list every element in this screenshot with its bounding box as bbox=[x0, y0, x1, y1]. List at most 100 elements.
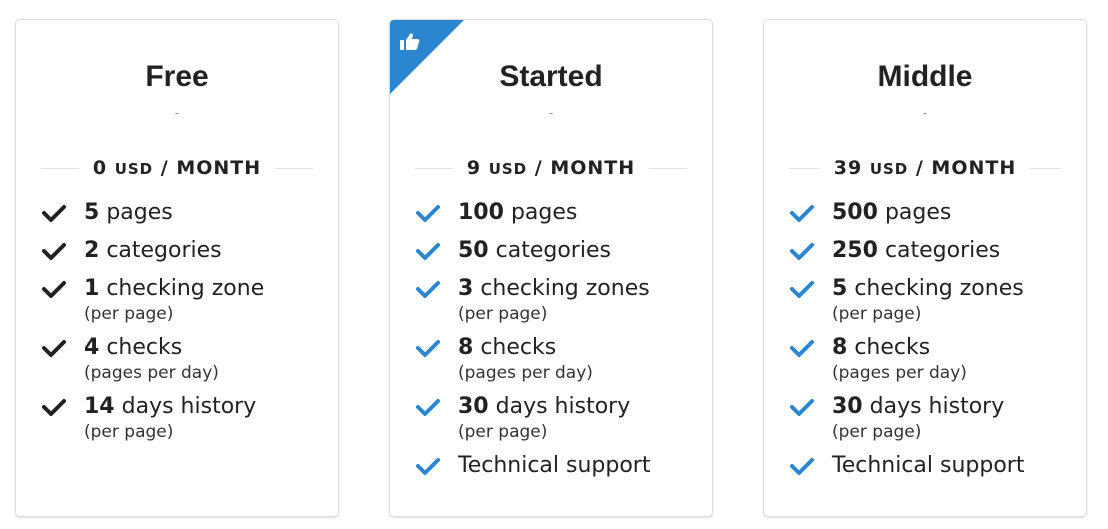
price-row: 0 USD / MONTH bbox=[41, 156, 313, 180]
plan-price: 0 USD / MONTH bbox=[79, 157, 275, 179]
feature-value: 2 bbox=[84, 238, 100, 263]
feature-value: 500 bbox=[832, 200, 878, 225]
feature-note: (pages per day) bbox=[84, 363, 219, 383]
feature-text: 100 pages bbox=[458, 198, 702, 228]
feature-list: 100 pages 50 categories 3 checking zones (p… bbox=[414, 198, 702, 489]
price-amount: 9 bbox=[466, 157, 482, 179]
check-icon bbox=[416, 242, 440, 260]
feature-label: checking zones bbox=[854, 276, 1024, 301]
feature-note: (per page) bbox=[458, 422, 548, 442]
feature-note: (per page) bbox=[458, 304, 548, 324]
feature-item: Technical support bbox=[414, 451, 702, 481]
feature-label: checking zones bbox=[480, 276, 650, 301]
divider bbox=[415, 167, 453, 169]
check-icon bbox=[790, 242, 814, 260]
feature-item: 500 pages bbox=[788, 198, 1076, 228]
thumbs-up-icon bbox=[400, 33, 420, 50]
feature-label: checks bbox=[480, 335, 557, 360]
feature-list: 500 pages 250 categories 5 checking zones(… bbox=[788, 198, 1076, 489]
feature-text: 8 checks bbox=[458, 333, 702, 363]
feature-item: 100 pages bbox=[414, 198, 702, 228]
feature-label: checking zone bbox=[106, 276, 265, 301]
price-currency: USD bbox=[488, 160, 528, 178]
feature-text: Technical support bbox=[832, 451, 1076, 481]
feature-text: 1 checking zone bbox=[84, 274, 328, 304]
feature-text: 250 categories bbox=[832, 236, 1076, 266]
feature-text: Technical support bbox=[458, 451, 702, 481]
feature-note: (pages per day) bbox=[832, 363, 967, 383]
feature-label: days history bbox=[495, 394, 631, 419]
feature-value: 1 bbox=[84, 276, 100, 301]
feature-note: (per page) bbox=[84, 422, 174, 442]
check-icon bbox=[790, 457, 814, 475]
plan-card-middle[interactable]: Middle - 39 USD / MONTH 500 pages 250 cat… bbox=[763, 19, 1087, 517]
check-icon bbox=[42, 242, 66, 260]
divider bbox=[41, 167, 79, 169]
plan-subtitle: - bbox=[548, 106, 554, 121]
feature-text: 50 categories bbox=[458, 236, 702, 266]
feature-text: 8 checks bbox=[832, 333, 1076, 363]
feature-item: 2 categories bbox=[40, 236, 328, 266]
check-icon bbox=[790, 280, 814, 298]
feature-value: 50 bbox=[458, 238, 489, 263]
feature-label: checks bbox=[106, 335, 183, 360]
feature-list: 5 pages 2 categories 1 checking zone (per p… bbox=[40, 198, 328, 451]
feature-value: 8 bbox=[832, 335, 848, 360]
feature-label: days history bbox=[121, 394, 257, 419]
check-icon bbox=[416, 280, 440, 298]
check-icon bbox=[790, 204, 814, 222]
feature-value: 8 bbox=[458, 335, 474, 360]
check-icon bbox=[790, 398, 814, 416]
feature-label: pages bbox=[510, 200, 578, 225]
feature-note: (pages per day) bbox=[458, 363, 593, 383]
feature-text: 2 categories bbox=[84, 236, 328, 266]
plan-subtitle: - bbox=[922, 106, 928, 121]
feature-value: 30 bbox=[832, 394, 863, 419]
feature-label: categories bbox=[495, 238, 611, 263]
feature-item: Technical support bbox=[788, 451, 1076, 481]
feature-text: 14 days history bbox=[84, 392, 328, 422]
check-icon bbox=[790, 339, 814, 357]
feature-note: (per page) bbox=[84, 304, 174, 324]
feature-label: days history bbox=[869, 394, 1005, 419]
price-currency: USD bbox=[114, 160, 154, 178]
feature-item: 8 checks (pages per day) bbox=[414, 333, 702, 384]
feature-item: 250 categories bbox=[788, 236, 1076, 266]
plan-title: Free bbox=[145, 60, 209, 93]
feature-label: categories bbox=[106, 238, 222, 263]
price-period: / MONTH bbox=[534, 157, 636, 179]
price-period: / MONTH bbox=[160, 157, 262, 179]
feature-value: 5 bbox=[84, 200, 100, 225]
check-icon bbox=[416, 457, 440, 475]
plan-subtitle: - bbox=[174, 106, 180, 121]
feature-text: 5 checking zones bbox=[832, 274, 1076, 304]
feature-label: Technical support bbox=[832, 453, 1025, 478]
feature-item: 14 days history (per page) bbox=[40, 392, 328, 443]
feature-item: 4 checks (pages per day) bbox=[40, 333, 328, 384]
price-currency: USD bbox=[869, 160, 909, 178]
price-row: 39 USD / MONTH bbox=[789, 156, 1061, 180]
feature-value: 14 bbox=[84, 394, 115, 419]
price-period: / MONTH bbox=[915, 157, 1017, 179]
feature-text: 3 checking zones bbox=[458, 274, 702, 304]
check-icon bbox=[42, 339, 66, 357]
check-icon bbox=[416, 398, 440, 416]
check-icon bbox=[42, 398, 66, 416]
feature-item: 5 checking zones (per page) bbox=[788, 274, 1076, 325]
feature-item: 50 categories bbox=[414, 236, 702, 266]
feature-value: 3 bbox=[458, 276, 474, 301]
plan-card-started[interactable]: Started - 9 USD / MONTH 100 pages 50 cate… bbox=[389, 19, 713, 517]
check-icon bbox=[416, 339, 440, 357]
feature-value: 250 bbox=[832, 238, 878, 263]
feature-label: pages bbox=[106, 200, 173, 225]
plan-price: 9 USD / MONTH bbox=[453, 157, 649, 179]
feature-text: 4 checks bbox=[84, 333, 328, 363]
feature-item: 1 checking zone (per page) bbox=[40, 274, 328, 325]
divider bbox=[1030, 167, 1061, 169]
feature-text: 500 pages bbox=[832, 198, 1076, 228]
divider bbox=[275, 167, 313, 169]
feature-item: 30 days history (per page) bbox=[788, 392, 1076, 443]
feature-label: Technical support bbox=[458, 453, 651, 478]
plan-card-free[interactable]: Free - 0 USD / MONTH 5 pages 2 categories… bbox=[15, 19, 339, 517]
feature-value: 5 bbox=[832, 276, 848, 301]
